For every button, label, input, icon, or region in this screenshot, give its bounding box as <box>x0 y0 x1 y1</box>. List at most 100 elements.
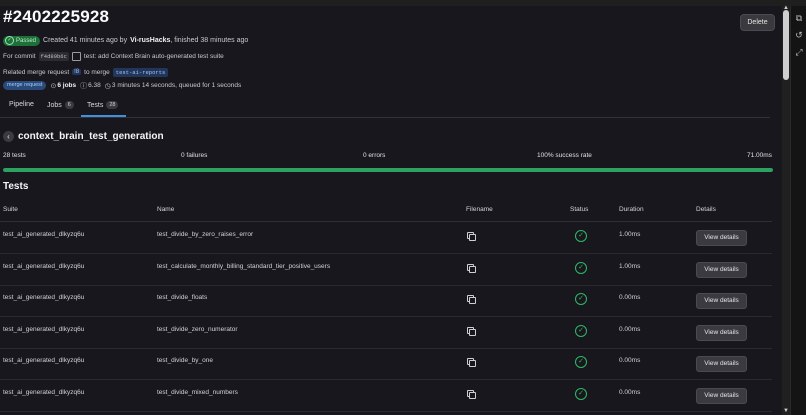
table-row: test_ai_generated_dlkyzq6u test_calculate… <box>0 254 772 286</box>
column-header-filename: Filename <box>466 206 493 213</box>
copy-icon[interactable] <box>467 326 476 336</box>
jobs-count: 6 jobs <box>57 82 77 89</box>
tab-label: Pipeline <box>9 101 34 108</box>
to-merge-label: to merge <box>84 68 110 76</box>
tab-count: 28 <box>106 101 119 109</box>
tab-label: Jobs <box>47 101 62 109</box>
chevron-left-icon[interactable]: ‹ <box>3 131 14 142</box>
check-circle-icon: ✓ <box>575 324 587 337</box>
column-header-name: Name <box>157 206 175 213</box>
related-mr-label: Related merge request <box>3 68 70 76</box>
commit-line: For commit f4d89b6c test: add Context Br… <box>3 51 224 61</box>
copy-icon[interactable] <box>467 358 476 367</box>
suite-title: context_brain_test_generation <box>18 131 164 142</box>
check-circle-icon: ✓ <box>575 293 587 305</box>
duration-text: 3 minutes 14 seconds, queued for 1 secon… <box>111 82 242 89</box>
comment-icon[interactable]: ⧉ <box>794 13 804 23</box>
copy-icon[interactable] <box>467 295 476 304</box>
column-header-status: Status <box>570 206 589 213</box>
view-details-button[interactable]: View details <box>696 293 747 309</box>
tab-jobs[interactable]: Jobs 6 <box>47 101 74 109</box>
errors-count: 0 errors <box>363 152 386 159</box>
clock-icon: ◷ <box>104 82 111 90</box>
created-text: Created 41 minutes ago by <box>43 37 128 44</box>
check-circle-icon: ✓ <box>575 230 587 242</box>
view-details-button[interactable]: View details <box>696 261 747 278</box>
table-row: test_ai_generated_dlkyzq6u test_divide_fl… <box>0 285 772 317</box>
right-rail: ⧉ ↺ ⤢ <box>790 6 806 415</box>
success-progress-bar <box>3 168 773 172</box>
tests-count: 28 tests <box>3 152 26 159</box>
check-circle-icon: ✓ <box>575 356 587 368</box>
merge-request-line: Related merge request !8 to merge test-a… <box>3 67 169 77</box>
coverage-value: 6.38 <box>88 82 101 89</box>
copy-icon[interactable] <box>467 389 476 399</box>
pipeline-status-line: ✓ Passed Created 41 minutes ago by Vi-ru… <box>3 35 248 46</box>
merge-request-link[interactable]: !8 <box>72 69 82 75</box>
test-name-cell: test_calculate_monthly_billing_standard_… <box>157 262 331 270</box>
scrollbar-thumb[interactable] <box>783 10 789 80</box>
copy-icon[interactable] <box>467 232 476 241</box>
commit-sha[interactable]: f4d89b6c <box>38 51 69 61</box>
active-tab-indicator <box>81 115 126 117</box>
duration-cell: 0.00ms <box>619 388 641 396</box>
table-row: test_ai_generated_dlkyzq6u test_divide_ze… <box>0 317 772 349</box>
finished-text: , finished 38 minutes ago <box>170 37 249 44</box>
tab-tests[interactable]: Tests 28 <box>87 101 119 109</box>
delete-button[interactable]: Delete <box>740 14 775 31</box>
suite-cell: test_ai_generated_dlkyzq6u <box>3 294 85 301</box>
history-icon[interactable]: ↺ <box>794 30 804 40</box>
scrollbar[interactable]: ▲ ▼ <box>782 5 790 415</box>
tab-pipeline[interactable]: Pipeline <box>9 101 34 108</box>
table-row: test_ai_generated_dlkyzq6u test_divide_by… <box>0 348 772 380</box>
suite-cell: test_ai_generated_dlkyzq6u <box>3 357 85 364</box>
test-name-cell: test_divide_floats <box>157 294 208 301</box>
duration-cell: 1.00ms <box>619 262 641 270</box>
suite-cell: test_ai_generated_dlkyzq6u <box>3 262 85 270</box>
expand-icon[interactable]: ⤢ <box>794 47 804 57</box>
tab-count: 6 <box>64 101 74 109</box>
check-circle-icon: ✓ <box>5 36 14 45</box>
status-badge[interactable]: ✓ Passed <box>3 35 41 46</box>
success-rate: 100% success rate <box>537 152 592 159</box>
check-circle-icon: ✓ <box>575 387 587 400</box>
column-header-details: Details <box>696 206 716 213</box>
suite-cell: test_ai_generated_dlkyzq6u <box>3 388 85 396</box>
duration-cell: 0.00ms <box>619 357 641 364</box>
copy-icon[interactable] <box>467 263 476 273</box>
column-header-suite: Suite <box>3 206 18 213</box>
status-badge-label: Passed <box>16 37 37 44</box>
view-details-button[interactable]: View details <box>696 387 747 404</box>
success-progress-fill <box>3 168 773 172</box>
commit-message[interactable]: test: add Context Brain auto-generated t… <box>84 53 224 60</box>
suite-cell: test_ai_generated_dlkyzq6u <box>3 231 85 238</box>
scroll-down-arrow-icon[interactable]: ▼ <box>782 408 790 414</box>
copy-icon[interactable] <box>71 51 81 61</box>
table-row: test_ai_generated_dlkyzq6u test_divide_mi… <box>0 380 772 412</box>
branch-link[interactable]: test-ai-reports <box>112 67 169 77</box>
view-details-button[interactable]: View details <box>696 324 747 341</box>
view-details-button[interactable]: View details <box>696 356 747 372</box>
pipeline-meta-line: merge request ⊙ 6 jobs ⓘ 6.38 ◷ 3 minute… <box>3 80 241 91</box>
failures-count: 0 failures <box>181 152 208 159</box>
test-name-cell: test_divide_by_zero_raises_error <box>157 231 254 238</box>
suite-duration: 71.00ms <box>747 152 772 159</box>
table-row: test_ai_generated_dlkyzq6u test_divide_by… <box>0 222 772 254</box>
test-name-cell: test_divide_by_one <box>157 357 214 364</box>
suite-cell: test_ai_generated_dlkyzq6u <box>3 325 85 333</box>
pipeline-icon: ⊙ <box>50 82 57 90</box>
column-header-duration: Duration <box>619 206 644 213</box>
view-details-button[interactable]: View details <box>696 230 747 246</box>
page-title: #2402225928 <box>3 7 110 26</box>
author-link[interactable]: Vi-rusHacks <box>130 37 170 44</box>
test-name-cell: test_divide_mixed_numbers <box>157 388 238 396</box>
duration-cell: 0.00ms <box>619 294 641 301</box>
check-circle-icon: ✓ <box>575 261 587 274</box>
for-commit-label: For commit <box>3 52 36 60</box>
duration-cell: 1.00ms <box>619 231 641 238</box>
test-name-cell: test_divide_zero_numerator <box>157 325 238 333</box>
tab-label: Tests <box>87 101 104 109</box>
coverage-icon: ⓘ <box>80 82 88 90</box>
duration-cell: 0.00ms <box>619 325 641 333</box>
merge-request-badge: merge request <box>3 81 47 90</box>
